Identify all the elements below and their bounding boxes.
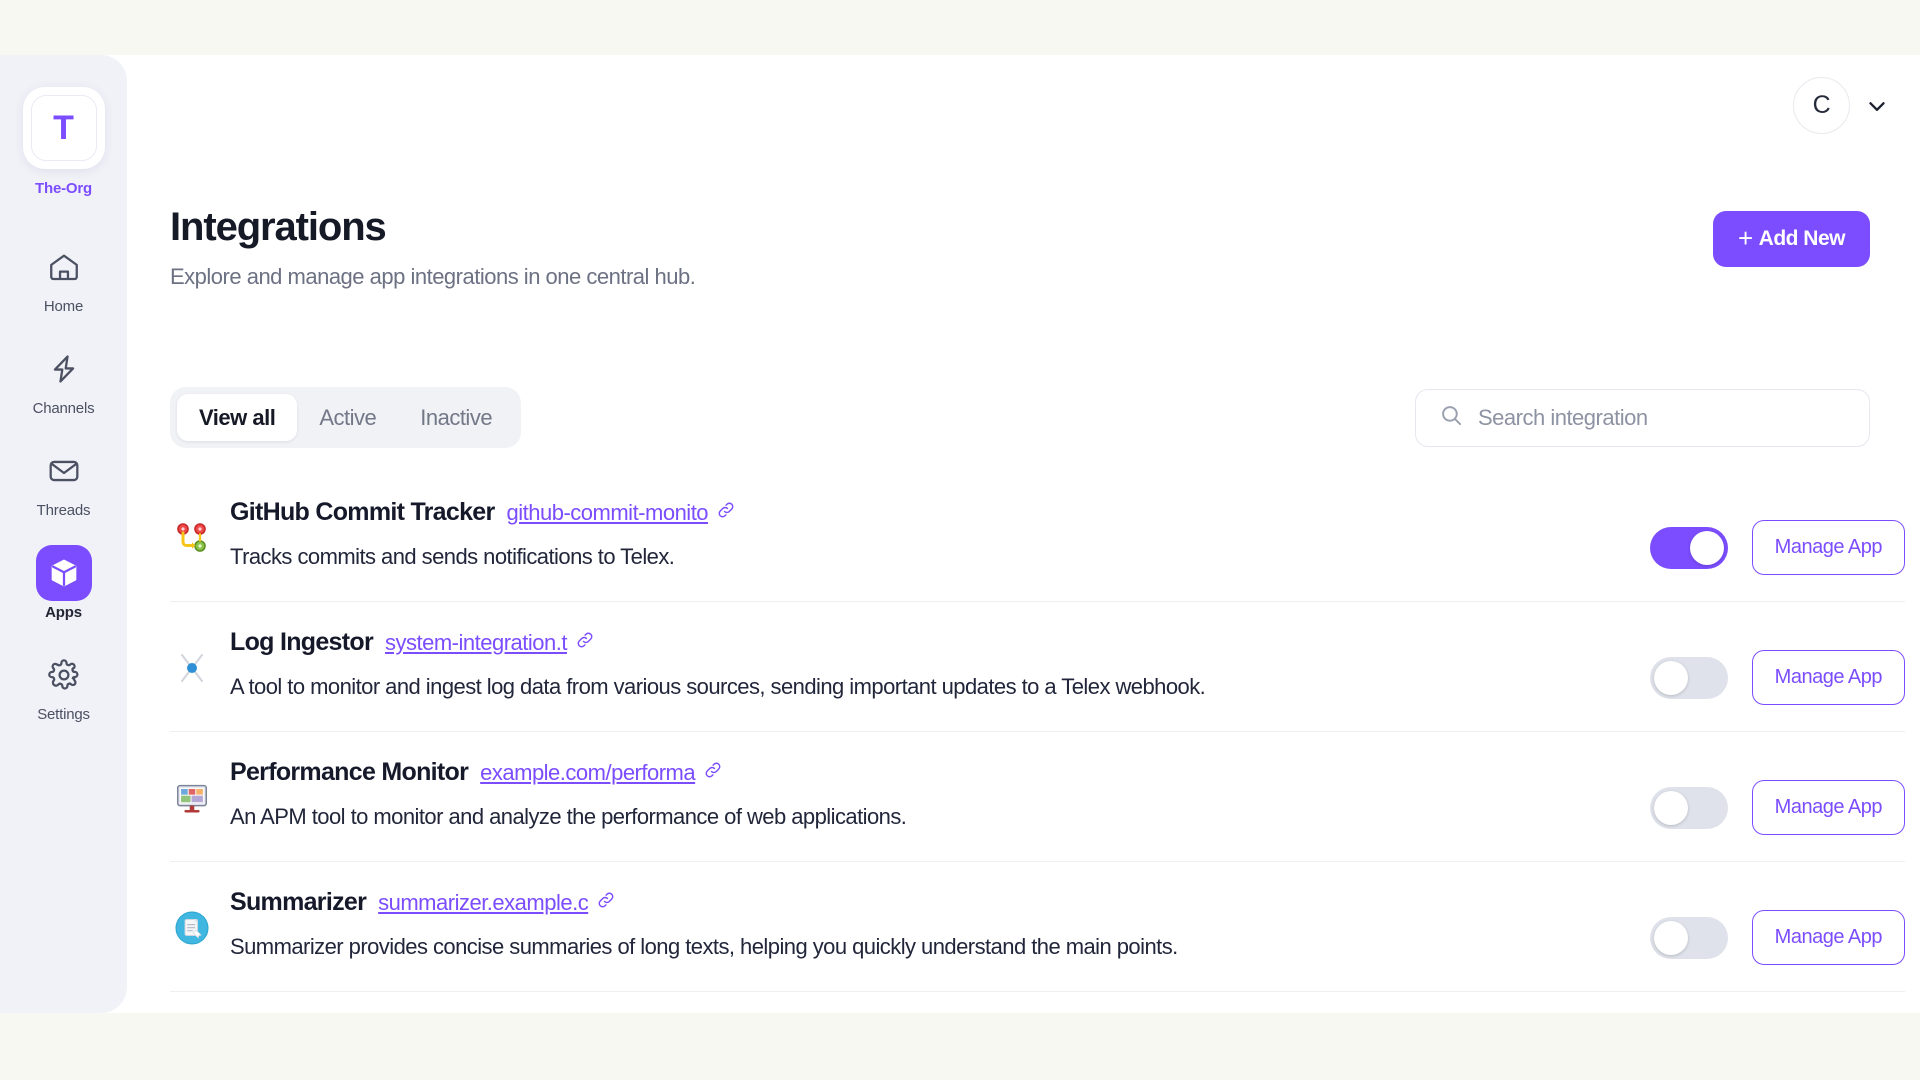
row-actions: Manage App [1649,520,1905,575]
search-placeholder: Search integration [1478,404,1648,430]
sidebar-item-label: Settings [37,706,90,723]
page-header: Integrations Explore and manage app inte… [170,205,1870,290]
row-title-line: Log Ingestor system-integration.t [230,628,1650,657]
sidebar-item-label: Threads [36,502,91,519]
manage-app-button[interactable]: Manage App [1751,780,1905,835]
org-logo: T [22,87,105,169]
chevron-down-icon[interactable] [1864,93,1890,119]
enable-toggle[interactable] [1649,656,1728,699]
toggle-knob [1653,920,1688,955]
external-link-icon [575,630,595,656]
table-row[interactable]: Performance Monitor example.com/performa… [170,732,1905,862]
table-row[interactable]: GitHub Commit Tracker github-commit-moni… [170,472,1905,602]
sidebar-item-label: Home [43,298,84,315]
row-body: Log Ingestor system-integration.t A tool… [230,624,1650,700]
lightning-icon [36,341,92,397]
org-name: The-Org [35,180,92,197]
filter-row: View all Active Inactive Search integrat… [170,387,1870,448]
enable-toggle[interactable] [1649,916,1728,959]
envelope-icon [36,443,92,499]
avatar[interactable]: C [1793,77,1850,134]
page-title: Integrations [170,205,387,249]
page-header-text: Integrations Explore and manage app inte… [170,205,696,290]
row-title-line: Performance Monitor example.com/performa [230,758,1650,787]
row-title-line: GitHub Commit Tracker github-commit-moni… [230,498,1650,527]
org-switcher[interactable]: T The-Org [22,87,105,197]
integration-description: Tracks commits and sends notifications t… [230,544,675,569]
sidebar-item-label: Channels [32,400,95,417]
external-link-icon [596,890,616,916]
row-actions: Manage App [1649,650,1905,705]
row-body: Summarizer summarizer.example.c Summariz… [230,884,1650,960]
row-title-line: Summarizer summarizer.example.c [230,888,1650,917]
integration-name: Performance Monitor [230,758,469,786]
row-body: Performance Monitor example.com/performa… [230,754,1650,830]
sidebar-item-threads[interactable]: Threads [0,443,127,519]
sidebar-item-apps[interactable]: Apps [0,545,127,621]
manage-app-button[interactable]: Manage App [1751,520,1905,575]
manage-app-button[interactable]: Manage App [1751,910,1905,965]
summarizer-doc-icon [170,906,214,950]
desktop-monitor-icon [170,776,214,820]
git-branch-icon [170,516,214,560]
tab-inactive[interactable]: Inactive [398,394,514,441]
avatar-initial: C [1812,91,1831,119]
integration-description: An APM tool to monitor and analyze the p… [230,804,907,829]
table-row[interactable]: Log Ingestor system-integration.t A tool… [170,602,1905,732]
sidebar: T The-Org Home Channels Threads Apps Set… [0,55,127,1013]
plus-icon: + [1737,223,1753,253]
tab-active[interactable]: Active [297,394,398,441]
row-actions: Manage App [1649,910,1905,965]
tab-view-all[interactable]: View all [177,394,298,441]
sidebar-item-settings[interactable]: Settings [0,647,127,723]
search-icon [1438,402,1464,433]
integration-name: Log Ingestor [230,628,374,656]
row-actions: Manage App [1649,780,1905,835]
hourglass-node-icon [170,646,214,690]
app-viewport: T The-Org Home Channels Threads Apps Set… [0,55,1920,1013]
row-body: GitHub Commit Tracker github-commit-moni… [230,494,1650,570]
manage-app-button[interactable]: Manage App [1751,650,1905,705]
page-subtitle: Explore and manage app integrations in o… [170,264,696,289]
table-row[interactable]: Summarizer summarizer.example.c Summariz… [170,862,1905,992]
external-link-icon [703,760,723,786]
add-new-button[interactable]: + Add New [1712,211,1870,267]
external-link-icon [716,500,736,526]
sidebar-item-label: Apps [45,604,82,621]
integrations-list: GitHub Commit Tracker github-commit-moni… [170,472,1905,992]
sidebar-item-channels[interactable]: Channels [0,341,127,417]
sidebar-item-home[interactable]: Home [0,239,127,315]
home-icon [36,239,92,295]
main-content: C Integrations Explore and manage app in… [127,55,1920,1013]
add-new-label: Add New [1758,227,1846,250]
topbar: C [1793,77,1890,134]
integration-link[interactable]: system-integration.t [385,630,567,656]
integration-description: A tool to monitor and ingest log data fr… [230,674,1206,699]
integration-name: Summarizer [230,888,367,916]
search-input[interactable]: Search integration [1415,388,1870,447]
filter-tabs: View all Active Inactive [170,387,522,448]
integration-link[interactable]: summarizer.example.c [378,890,589,916]
integration-name: GitHub Commit Tracker [230,498,495,526]
org-logo-initial: T [30,95,97,161]
integration-description: Summarizer provides concise summaries of… [230,934,1178,959]
integration-link[interactable]: github-commit-monito [507,500,709,526]
box-icon [35,545,92,601]
toggle-knob [1653,790,1688,825]
enable-toggle[interactable] [1649,526,1728,569]
sidebar-nav: Home Channels Threads Apps Settings [0,239,127,749]
gear-icon [36,647,92,703]
integration-link[interactable]: example.com/performa [480,760,695,786]
toggle-knob [1689,530,1724,565]
toggle-knob [1653,660,1688,695]
enable-toggle[interactable] [1649,786,1728,829]
